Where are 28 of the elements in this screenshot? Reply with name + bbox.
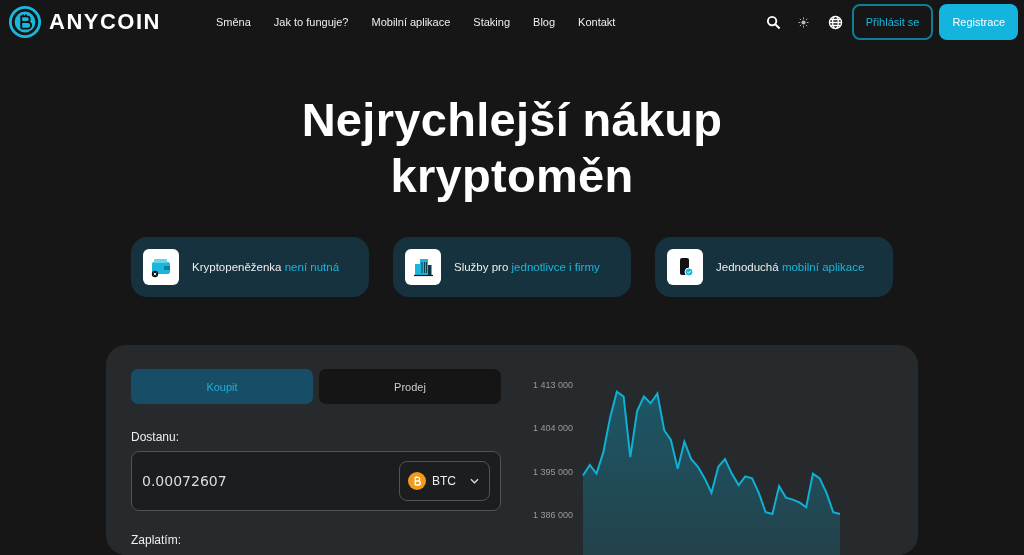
nav-link[interactable]: Směna — [216, 16, 251, 28]
logo-text[interactable]: ANYCOIN — [49, 9, 161, 35]
axis-label: 1 386 000 — [532, 510, 573, 520]
hero-title: Nejrychlejší nákup kryptoměn — [300, 92, 724, 204]
search-icon[interactable] — [765, 14, 781, 30]
login-button[interactable]: Přihlásit se — [851, 4, 934, 40]
logo-icon — [8, 5, 42, 39]
field-label: Dostanu: — [131, 430, 181, 444]
nav-link[interactable]: Jak to funguje? — [273, 16, 349, 28]
feature-text: Jednoduchá mobilní aplikace — [716, 261, 865, 273]
currency-select[interactable]: BTC — [399, 461, 490, 501]
nav-link[interactable]: Blog — [533, 16, 556, 28]
axis-label: 1 413 000 — [532, 380, 573, 390]
amount-field[interactable]: 0.00072607 BTC — [131, 451, 501, 511]
bitcoin-icon — [408, 472, 426, 490]
nav-link[interactable]: Staking — [473, 16, 511, 28]
tab[interactable]: Koupit — [131, 369, 313, 404]
nav-link[interactable]: Kontakt — [578, 16, 616, 28]
field-label: Zaplatím: — [131, 533, 182, 547]
tab[interactable]: Prodej — [319, 369, 501, 404]
chevron-down-icon — [470, 478, 479, 484]
axis-label: 1 404 000 — [532, 423, 573, 434]
nav-link[interactable]: Mobilní aplikace — [371, 16, 451, 28]
feature-text: Kryptopeněženka není nutná — [192, 261, 340, 273]
globe-icon[interactable] — [827, 14, 843, 30]
axis-label: 1 395 000 — [532, 466, 573, 477]
sun-icon[interactable] — [797, 16, 809, 28]
feature-text: Služby pro jednotlivce i firmy — [454, 261, 600, 273]
